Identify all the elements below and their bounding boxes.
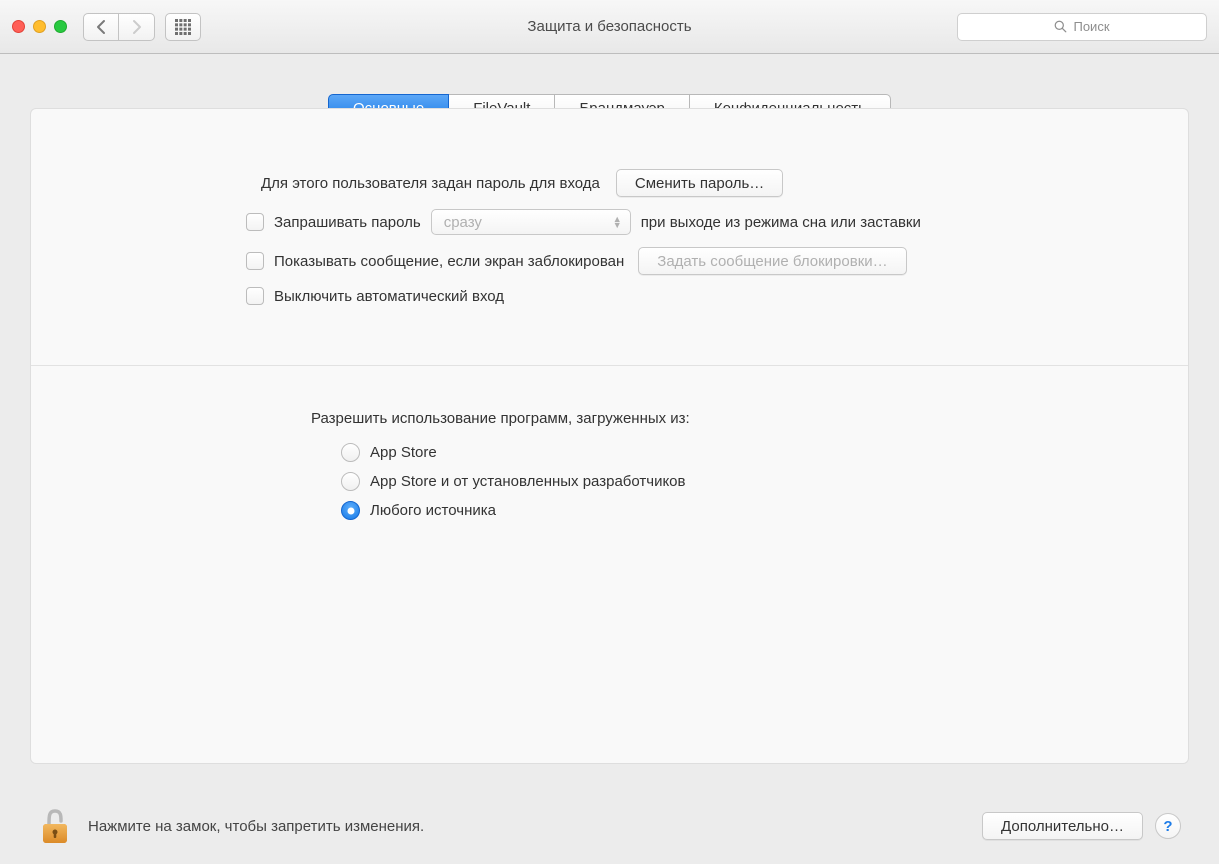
password-row: Для этого пользователя задан пароль для …: [81, 169, 1138, 197]
gatekeeper-title: Разрешить использование программ, загруж…: [311, 410, 1138, 427]
show-all-button[interactable]: [165, 13, 201, 41]
chevron-left-icon: [96, 19, 106, 35]
window-title: Защита и безопасность: [527, 18, 691, 35]
radio-anywhere-label: Любого источника: [370, 502, 496, 519]
disable-autologin-label: Выключить автоматический вход: [274, 288, 504, 305]
chevron-updown-icon: ▲▼: [613, 216, 622, 228]
disable-autologin-checkbox[interactable]: [246, 287, 264, 305]
maximize-button[interactable]: [54, 20, 67, 33]
minimize-button[interactable]: [33, 20, 46, 33]
search-icon: [1054, 20, 1067, 33]
gatekeeper-option-appstore[interactable]: App Store: [341, 443, 1138, 462]
help-button[interactable]: ?: [1155, 813, 1181, 839]
content: Основные FileVault Брандмауэр Конфиденци…: [0, 54, 1219, 778]
radio-identified-label: App Store и от установленных разработчик…: [370, 473, 686, 490]
require-password-label-suffix: при выходе из режима сна или заставки: [641, 214, 921, 231]
titlebar: Защита и безопасность Поиск: [0, 0, 1219, 54]
divider: [31, 365, 1188, 366]
nav-buttons: [83, 13, 155, 41]
back-button[interactable]: [83, 13, 119, 41]
require-password-checkbox[interactable]: [246, 213, 264, 231]
gatekeeper-option-identified[interactable]: App Store и от установленных разработчик…: [341, 472, 1138, 491]
password-text: Для этого пользователя задан пароль для …: [261, 175, 600, 192]
gatekeeper-option-anywhere[interactable]: Любого источника: [341, 501, 1138, 520]
show-message-row: Показывать сообщение, если экран заблоки…: [246, 247, 1138, 275]
require-password-delay-select[interactable]: сразу ▲▼: [431, 209, 631, 235]
search-placeholder: Поиск: [1073, 19, 1109, 34]
show-message-checkbox[interactable]: [246, 252, 264, 270]
advanced-button[interactable]: Дополнительно…: [982, 812, 1143, 840]
radio-appstore-label: App Store: [370, 444, 437, 461]
lock-text: Нажмите на замок, чтобы запретить измене…: [88, 818, 424, 835]
require-password-label-prefix: Запрашивать пароль: [274, 214, 421, 231]
general-pane: Для этого пользователя задан пароль для …: [30, 108, 1189, 764]
radio-anywhere[interactable]: [341, 501, 360, 520]
require-password-delay-value: сразу: [444, 214, 482, 231]
forward-button[interactable]: [119, 13, 155, 41]
set-lock-message-button[interactable]: Задать сообщение блокировки…: [638, 247, 906, 275]
search-input[interactable]: Поиск: [957, 13, 1207, 41]
footer-right: Дополнительно… ?: [982, 812, 1181, 840]
show-message-label: Показывать сообщение, если экран заблоки…: [274, 253, 624, 270]
grid-icon: [175, 19, 191, 35]
require-password-row: Запрашивать пароль сразу ▲▼ при выходе и…: [246, 209, 1138, 235]
disable-autologin-row: Выключить автоматический вход: [246, 287, 1138, 305]
window-controls: [12, 20, 67, 33]
lock-icon[interactable]: [38, 806, 72, 846]
close-button[interactable]: [12, 20, 25, 33]
footer: Нажмите на замок, чтобы запретить измене…: [0, 806, 1219, 846]
radio-identified[interactable]: [341, 472, 360, 491]
gatekeeper-section: Разрешить использование программ, загруж…: [311, 410, 1138, 520]
radio-appstore[interactable]: [341, 443, 360, 462]
chevron-right-icon: [132, 19, 142, 35]
change-password-button[interactable]: Сменить пароль…: [616, 169, 783, 197]
